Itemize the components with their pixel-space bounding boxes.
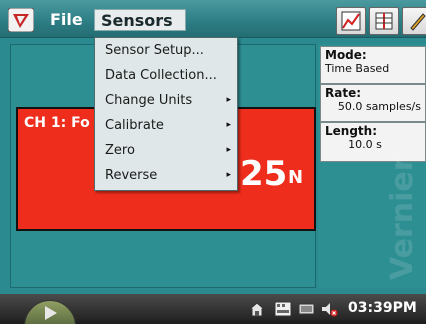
- graph-view-button[interactable]: [336, 7, 366, 35]
- submenu-arrow-icon: ▸: [226, 95, 231, 105]
- menu-item-zero[interactable]: Zero ▸: [95, 138, 237, 163]
- table-grid-icon: [375, 12, 393, 30]
- vernier-watermark: Vernier: [385, 156, 426, 280]
- sensors-dropdown: Sensor Setup... Data Collection... Chang…: [94, 37, 238, 191]
- rate-value: 50.0 samples/s: [337, 100, 421, 113]
- clock: 03:39PM: [348, 300, 417, 316]
- reading-unit: N: [288, 167, 304, 188]
- menu-item-sensor-setup[interactable]: Sensor Setup...: [95, 38, 237, 63]
- menu-item-label: Change Units: [105, 93, 193, 108]
- menu-item-label: Zero: [105, 143, 135, 158]
- menu-item-reverse[interactable]: Reverse ▸: [95, 163, 237, 188]
- rate-label: Rate:: [325, 86, 362, 100]
- sensors-menu[interactable]: Sensors: [94, 9, 186, 31]
- pencil-icon: [410, 13, 426, 31]
- submenu-arrow-icon: ▸: [226, 120, 231, 130]
- rate-card[interactable]: Rate: 50.0 samples/s: [320, 84, 426, 122]
- screen: File Sensors CH 1: Fo 25 N Mode: Time Ba…: [0, 0, 426, 324]
- menu-item-label: Calibrate: [105, 118, 164, 133]
- menu-item-calibrate[interactable]: Calibrate ▸: [95, 113, 237, 138]
- length-label: Length:: [325, 124, 377, 138]
- menu-item-change-units[interactable]: Change Units ▸: [95, 88, 237, 113]
- channel-label: CH 1: Fo: [24, 115, 90, 131]
- meter-view-button[interactable]: [369, 7, 399, 35]
- app-logo-icon[interactable]: [8, 8, 34, 32]
- menu-item-label: Sensor Setup...: [105, 43, 204, 58]
- battery-icon[interactable]: [298, 301, 316, 317]
- graph-icon: [341, 11, 361, 31]
- length-value: 10.0 s: [348, 138, 382, 151]
- submenu-arrow-icon: ▸: [226, 145, 231, 155]
- mode-card[interactable]: Mode: Time Based: [320, 46, 426, 84]
- mode-label: Mode:: [325, 48, 367, 62]
- notes-view-button[interactable]: [402, 7, 426, 35]
- menu-item-label: Reverse: [105, 168, 158, 183]
- home-icon[interactable]: [248, 301, 266, 317]
- submenu-arrow-icon: ▸: [226, 170, 231, 180]
- keyboard-icon[interactable]: [274, 301, 292, 317]
- menu-item-data-collection[interactable]: Data Collection...: [95, 63, 237, 88]
- speaker-muted-icon[interactable]: [320, 301, 338, 317]
- file-menu[interactable]: File: [44, 9, 89, 31]
- mode-value: Time Based: [325, 62, 390, 75]
- menu-bar: File Sensors: [0, 0, 426, 38]
- reading-value: 25: [240, 154, 288, 194]
- menu-item-label: Data Collection...: [105, 68, 217, 83]
- play-icon: [45, 306, 57, 320]
